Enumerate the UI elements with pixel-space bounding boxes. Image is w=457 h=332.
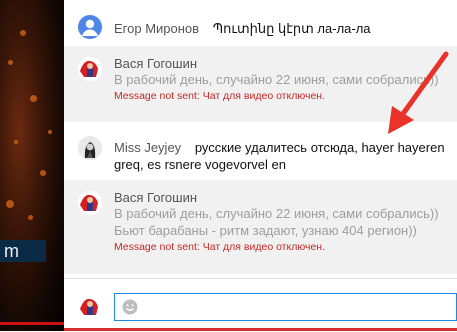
chat-message-failed: Вася Гогошин В рабочий день, случайно 22… <box>64 180 457 274</box>
send-error-text: Message not sent: Чат для видео отключен… <box>114 241 325 253</box>
default-user-avatar[interactable] <box>78 15 102 39</box>
chat-input-area <box>64 278 457 332</box>
message-text: Պուտինը կէրտ ла-ла-ла <box>212 21 371 36</box>
annotation-arrow-icon <box>388 51 449 134</box>
chat-message: Егор Миронов Պուտինը կէրտ ла-ла-ла <box>64 0 457 44</box>
vasya-avatar[interactable] <box>78 191 102 215</box>
video-progress-bar[interactable] <box>0 322 64 325</box>
chat-message-input[interactable] <box>114 293 457 321</box>
emoji-icon[interactable] <box>122 299 138 315</box>
message-author[interactable]: Егор Миронов <box>114 21 199 36</box>
message-text: В рабочий день, случайно 22 июня, сами с… <box>114 206 439 238</box>
channel-logo: m <box>0 240 46 262</box>
message-author[interactable]: Вася Гогошин <box>114 190 445 205</box>
video-player-strip[interactable]: m <box>0 0 64 331</box>
live-chat-panel: Егор Миронов Պուտինը կէրտ ла-ла-ла Вася … <box>64 0 457 332</box>
current-user-avatar[interactable] <box>78 295 102 319</box>
miss-jeyjey-avatar[interactable] <box>78 136 102 160</box>
message-author[interactable]: Miss Jeyjey <box>114 140 181 155</box>
vasya-avatar[interactable] <box>78 57 102 81</box>
